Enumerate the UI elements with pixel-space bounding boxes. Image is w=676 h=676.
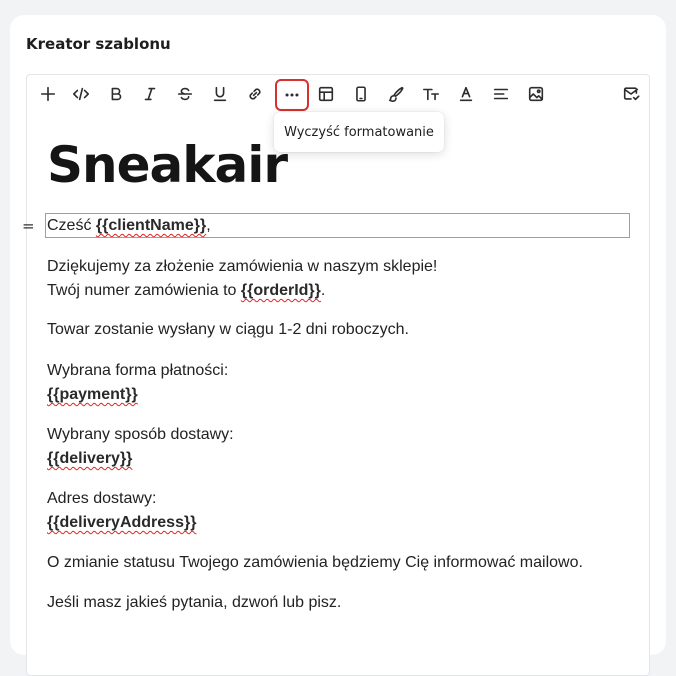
- template-creator-card: Kreator szablonu Wyczyść formatowanie Sn…: [10, 15, 666, 676]
- underline-icon[interactable]: [205, 79, 235, 109]
- text-size-icon[interactable]: [416, 79, 446, 109]
- strikethrough-icon[interactable]: [170, 79, 200, 109]
- order-suffix: .: [320, 282, 326, 299]
- greeting-prefix: Cześć: [47, 217, 96, 234]
- bold-icon[interactable]: [101, 79, 131, 109]
- payment-label[interactable]: Wybrana forma płatności:: [47, 361, 228, 381]
- payment-variable: {{payment}}: [47, 386, 138, 403]
- brand-logo: Sneakair: [47, 136, 288, 194]
- delivery-variable-line[interactable]: {{delivery}}: [47, 449, 132, 469]
- greeting-suffix: ,: [206, 217, 211, 234]
- order-number-line[interactable]: Twój numer zamówienia to {{orderId}}.: [47, 281, 325, 301]
- address-label[interactable]: Adres dostawy:: [47, 489, 156, 509]
- email-preview-icon[interactable]: [616, 79, 646, 109]
- order-prefix: Twój numer zamówienia to: [47, 282, 241, 299]
- drag-handle-icon[interactable]: =: [22, 217, 35, 235]
- status-info-line[interactable]: O zmianie statusu Twojego zamówienia będ…: [47, 553, 583, 573]
- code-icon[interactable]: [66, 79, 96, 109]
- add-icon[interactable]: [33, 79, 63, 109]
- mobile-icon[interactable]: [346, 79, 376, 109]
- rich-text-editor[interactable]: Wyczyść formatowanie Sneakair = Cześć {{…: [22, 74, 650, 676]
- shipping-info-line[interactable]: Towar zostanie wysłany w ciągu 1-2 dni r…: [47, 320, 409, 340]
- italic-icon[interactable]: [135, 79, 165, 109]
- table-icon[interactable]: [311, 79, 341, 109]
- image-icon[interactable]: [521, 79, 551, 109]
- card-title: Kreator szablonu: [26, 35, 171, 53]
- payment-variable-line[interactable]: {{payment}}: [47, 385, 138, 405]
- link-icon[interactable]: [240, 79, 270, 109]
- align-icon[interactable]: [486, 79, 516, 109]
- clear-formatting-tooltip: Wyczyść formatowanie: [274, 112, 444, 152]
- delivery-label[interactable]: Wybrany sposób dostawy:: [47, 425, 234, 445]
- client-name-variable: {{clientName}}: [95, 217, 207, 234]
- more-icon[interactable]: [275, 79, 309, 111]
- editor-toolbar: [27, 75, 649, 113]
- order-id-variable: {{orderId}}: [240, 282, 321, 299]
- address-variable-line[interactable]: {{deliveryAddress}}: [47, 513, 196, 533]
- greeting-line[interactable]: Cześć {{clientName}},: [47, 216, 211, 236]
- questions-line[interactable]: Jeśli masz jakieś pytania, dzwoń lub pis…: [47, 593, 341, 613]
- text-color-icon[interactable]: [451, 79, 481, 109]
- thanks-line[interactable]: Dziękujemy za złożenie zamówienia w nasz…: [47, 257, 437, 277]
- brush-icon[interactable]: [381, 79, 411, 109]
- delivery-address-variable: {{deliveryAddress}}: [47, 514, 197, 531]
- delivery-variable: {{delivery}}: [47, 450, 133, 467]
